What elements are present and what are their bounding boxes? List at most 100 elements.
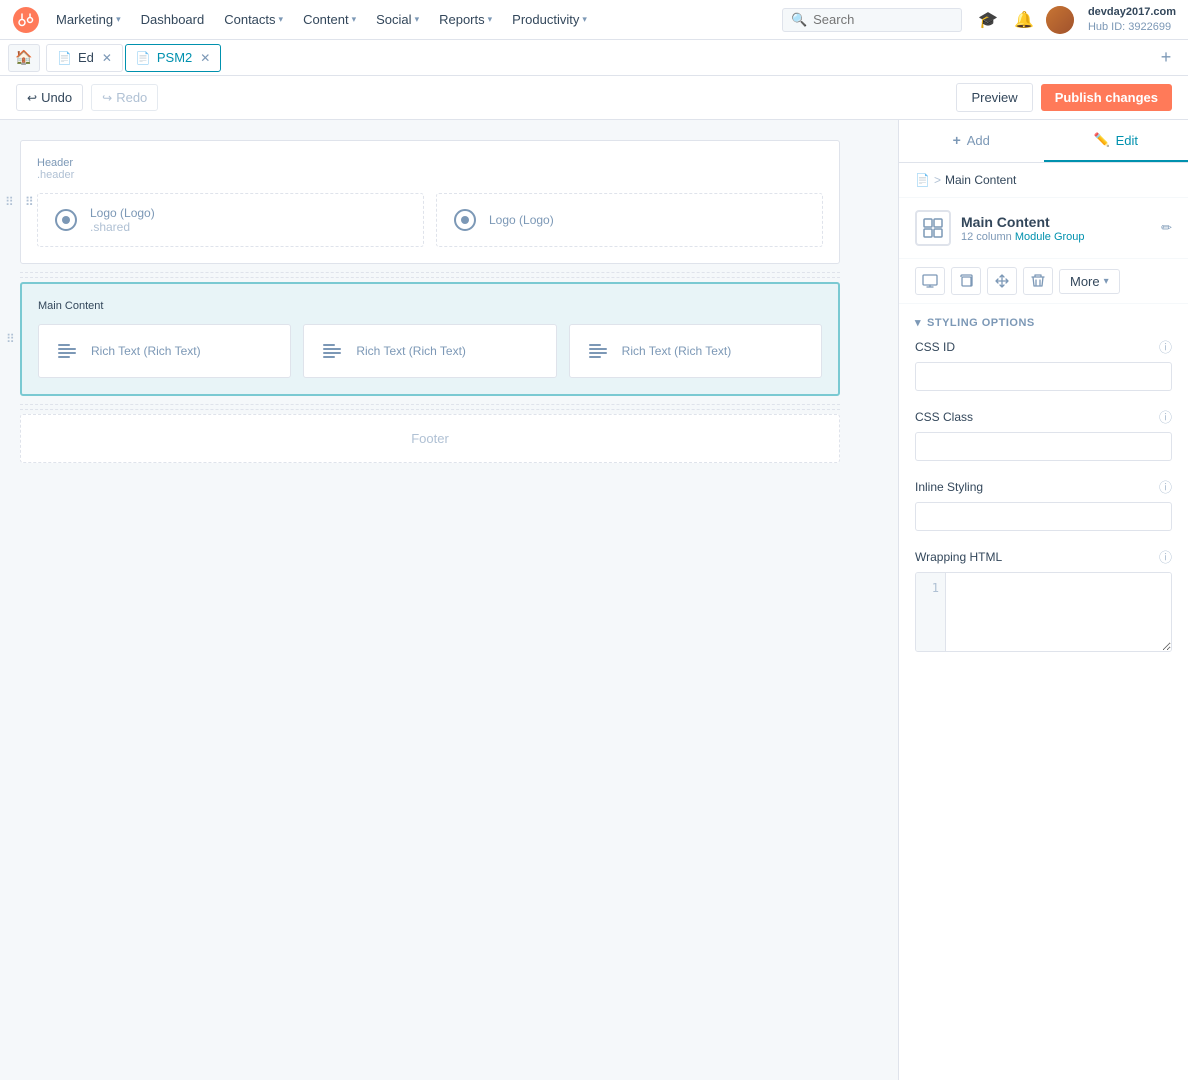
nav-productivity-label: Productivity (512, 12, 579, 27)
nav-contacts-label: Contacts (224, 12, 275, 27)
avatar[interactable] (1046, 6, 1074, 34)
tab-ed-label: Ed (78, 50, 94, 65)
breadcrumb-current[interactable]: Main Content (945, 173, 1016, 187)
css-class-help-icon[interactable]: ⓘ (1159, 407, 1172, 426)
module-header: Main Content 12 column Module Group ✏ (899, 198, 1188, 259)
add-tab-button[interactable]: + (1152, 44, 1180, 72)
tab-add[interactable]: + Add (899, 120, 1044, 162)
section-divider-2 (20, 404, 840, 410)
module-block-3[interactable]: Rich Text (Rich Text) (569, 324, 822, 378)
css-id-label: CSS ID ⓘ (915, 337, 1172, 356)
tab-psm2[interactable]: 📄 PSM2 ✕ (125, 44, 221, 72)
wrapping-html-group: Wrapping HTML ⓘ 1 (915, 547, 1172, 652)
logo-1-sublabel: .shared (90, 220, 155, 234)
logo-block-1[interactable]: ⠿ Logo (Logo) .shared (37, 193, 424, 247)
edit-pencil-icon[interactable]: ✏ (1161, 220, 1172, 236)
logo-icon-1 (52, 206, 80, 234)
module-type: Module Group (1015, 231, 1085, 243)
code-content[interactable] (946, 573, 1171, 651)
undo-button[interactable]: ↩ Undo (16, 84, 83, 111)
panel-tabs: + Add ✏️ Edit (899, 120, 1188, 163)
nav-productivity[interactable]: Productivity ▾ (504, 8, 595, 31)
logo-icon-2 (451, 206, 479, 234)
logo-block-2[interactable]: ⠿ Logo (Logo) (436, 193, 823, 247)
preview-button[interactable]: Preview (956, 83, 1032, 112)
main-content-section[interactable]: ⠿ Main Content R (20, 282, 840, 396)
styling-label: STYLING OPTIONS (927, 317, 1035, 329)
more-button[interactable]: More ▾ (1059, 269, 1120, 294)
inline-styling-label-text: Inline Styling (915, 480, 983, 494)
search-input[interactable] (813, 12, 953, 27)
breadcrumb-separator: > (934, 173, 941, 187)
desktop-view-button[interactable] (915, 267, 945, 295)
nav-dashboard[interactable]: Dashboard (133, 8, 213, 31)
css-id-label-text: CSS ID (915, 340, 955, 354)
styling-options-header[interactable]: ▾ STYLING OPTIONS (915, 304, 1172, 337)
account-name: devday2017.com (1088, 5, 1176, 19)
nav-reports[interactable]: Reports ▾ (431, 8, 500, 31)
tab-add-label: Add (967, 133, 990, 148)
module-block-1[interactable]: Rich Text (Rich Text) (38, 324, 291, 378)
module-2-label: Rich Text (Rich Text) (356, 344, 466, 358)
tab-edit-label: Edit (1116, 133, 1138, 148)
move-button[interactable] (987, 267, 1017, 295)
css-class-label-text: CSS Class (915, 410, 973, 424)
header-label: Header (37, 157, 73, 169)
header-section[interactable]: ⠿ Header .header ⠿ Logo (Logo) (20, 140, 840, 264)
chevron-down-icon: ▾ (582, 14, 587, 25)
more-label: More (1070, 274, 1100, 289)
plus-icon: + (953, 132, 961, 148)
css-id-group: CSS ID ⓘ (915, 337, 1172, 391)
wrapping-html-help-icon[interactable]: ⓘ (1159, 547, 1172, 566)
search-box: 🔍 (782, 8, 962, 32)
css-id-help-icon[interactable]: ⓘ (1159, 337, 1172, 356)
file-icon: 📄 (57, 51, 72, 65)
tab-bar: 🏠 📄 Ed ✕ 📄 PSM2 ✕ + (0, 40, 1188, 76)
css-id-input[interactable] (915, 362, 1172, 391)
panel-action-row: More ▾ (899, 259, 1188, 304)
module-block-2[interactable]: Rich Text (Rich Text) (303, 324, 556, 378)
nav-dashboard-label: Dashboard (141, 12, 205, 27)
search-icon: 🔍 (791, 12, 807, 28)
module-column: 12 column (961, 231, 1012, 243)
tab-ed-close[interactable]: ✕ (102, 51, 112, 65)
inline-styling-help-icon[interactable]: ⓘ (1159, 477, 1172, 496)
publish-button[interactable]: Publish changes (1041, 84, 1172, 111)
wrapping-html-editor[interactable]: 1 (915, 572, 1172, 652)
header-section-label: Header .header (37, 157, 823, 181)
tab-ed[interactable]: 📄 Ed ✕ (46, 44, 123, 72)
chevron-down-icon: ▾ (279, 14, 284, 25)
inline-styling-input[interactable] (915, 502, 1172, 531)
nav-marketing[interactable]: Marketing ▾ (48, 8, 129, 31)
home-tab[interactable]: 🏠 (8, 44, 40, 72)
nav-icons: 🎓 🔔 devday2017.com Hub ID: 3922699 (974, 5, 1176, 34)
line-1: 1 (922, 581, 939, 595)
nav-content-label: Content (303, 12, 349, 27)
nav-contacts[interactable]: Contacts ▾ (216, 8, 291, 31)
nav-social-label: Social (376, 12, 411, 27)
footer-section: Footer (20, 414, 840, 463)
duplicate-button[interactable] (951, 267, 981, 295)
drag-handle-icon[interactable]: ⠿ (5, 195, 14, 209)
module-group-icon (915, 210, 951, 246)
hubspot-logo[interactable] (12, 6, 40, 34)
css-class-input[interactable] (915, 432, 1172, 461)
chevron-down-icon: ▾ (1104, 276, 1109, 287)
nav-content[interactable]: Content ▾ (295, 8, 364, 31)
tab-edit[interactable]: ✏️ Edit (1044, 120, 1188, 162)
drag-handle-icon[interactable]: ⠿ (6, 332, 15, 346)
academy-icon[interactable]: 🎓 (974, 6, 1002, 34)
page-icon: 📄 (915, 173, 930, 187)
main-layout: ⠿ Header .header ⠿ Logo (Logo) (0, 120, 1188, 1080)
file-icon: 📄 (136, 51, 151, 65)
drag-handle-icon[interactable]: ⠿ (25, 195, 34, 209)
header-section-wrapper: ⠿ Header .header ⠿ Logo (Logo) (20, 140, 840, 264)
top-nav: Marketing ▾ Dashboard Contacts ▾ Content… (0, 0, 1188, 40)
tab-psm2-close[interactable]: ✕ (200, 51, 210, 65)
nav-social[interactable]: Social ▾ (368, 8, 427, 31)
delete-button[interactable] (1023, 267, 1053, 295)
chevron-down-icon: ▾ (915, 316, 921, 329)
module-1-label: Rich Text (Rich Text) (91, 344, 201, 358)
notifications-icon[interactable]: 🔔 (1010, 6, 1038, 34)
redo-button[interactable]: ↪ Redo (91, 84, 158, 111)
